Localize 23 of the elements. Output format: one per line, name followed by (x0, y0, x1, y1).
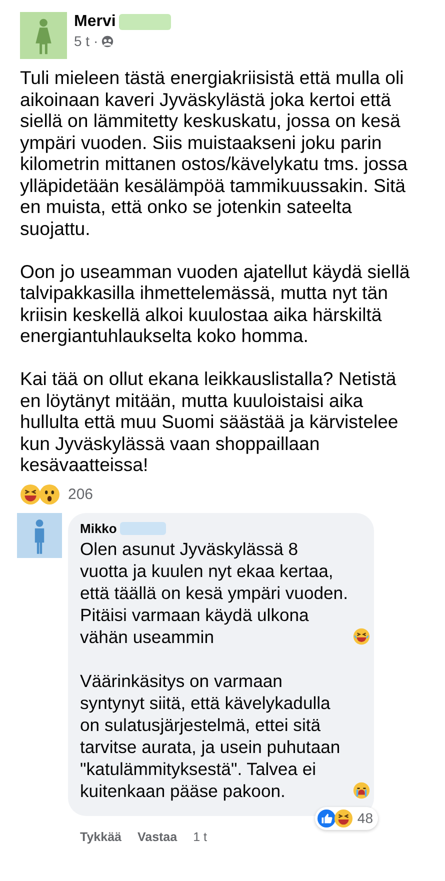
comment-time: 1 t (193, 830, 207, 844)
comment-text: Väärinkäsitys on varmaan syntynyt siitä, että kävelykadulla on sulatusjärjestelmä, ettei sitä tarvitse aurata, ja usein puhutaan "katulämmityksestä". Talvea ei kuitenkaan pääse pakoon. (80, 670, 342, 802)
post-text: Kai tää on ollut ekana leikkauslistalla? Netistä en löytänyt mitään, mutta kuuloistaisi aika hullulta että muu Suomi säästää ja kärvistelee kun Jyväskylässä vaan shoppaillaan kesävaatteissa! (20, 368, 400, 476)
comment-action-link[interactable]: Tykkää (80, 830, 122, 844)
reaction-summary[interactable]: 48 (315, 806, 378, 830)
avatar-icon[interactable] (20, 12, 67, 59)
like-icon (317, 808, 336, 828)
reaction-count[interactable]: 206 (68, 486, 94, 502)
comment-text: Olen asunut Jyväskylässä 8 vuotta ja kuulen nyt ekaa kertaa, että täällä on kesä ympäri vuoden. Pitäisi varmaan käydä ulkona vähän useammin (80, 538, 349, 648)
redacted-surname (120, 522, 166, 534)
laughing-face-icon (334, 808, 354, 828)
comment-action-link[interactable]: Vastaa (137, 830, 178, 844)
laughing-face-icon (20, 484, 41, 504)
post-time: 5 t · (74, 33, 98, 49)
crying-face-icon (353, 782, 370, 798)
commenter-name[interactable]: Mikko (80, 520, 117, 536)
post-text: Oon jo useamman vuoden ajatellut käydä siellä talvipakkasilla ihmettelemässä, mutta nyt tän kriisin keskellä alkoi kuulostaa aika härskiltä energiantuhlaukselta koko homma. (20, 260, 411, 346)
author-name[interactable]: Mervi (74, 13, 116, 31)
redacted-surname (118, 14, 171, 30)
surprised-face-icon (39, 484, 60, 504)
avatar-icon[interactable] (17, 512, 62, 558)
post-text: Tuli mieleen tästä energiakriisistä että mulla oli aikoinaan kaveri Jyväskylästä joka kertoi että siellä on lämmitetty keskuskatu, jossa on kesä ympäri vuoden. Siis muistaakseni joku parin kilometrin mittanen ostos/kävelykatu tms. jossa ylläpidetään kesälämpöä tammikuussakin. Sitä en muista, että onko se jotenkin sateelta suojattu. (20, 67, 409, 239)
laughing-face-icon (353, 628, 370, 644)
